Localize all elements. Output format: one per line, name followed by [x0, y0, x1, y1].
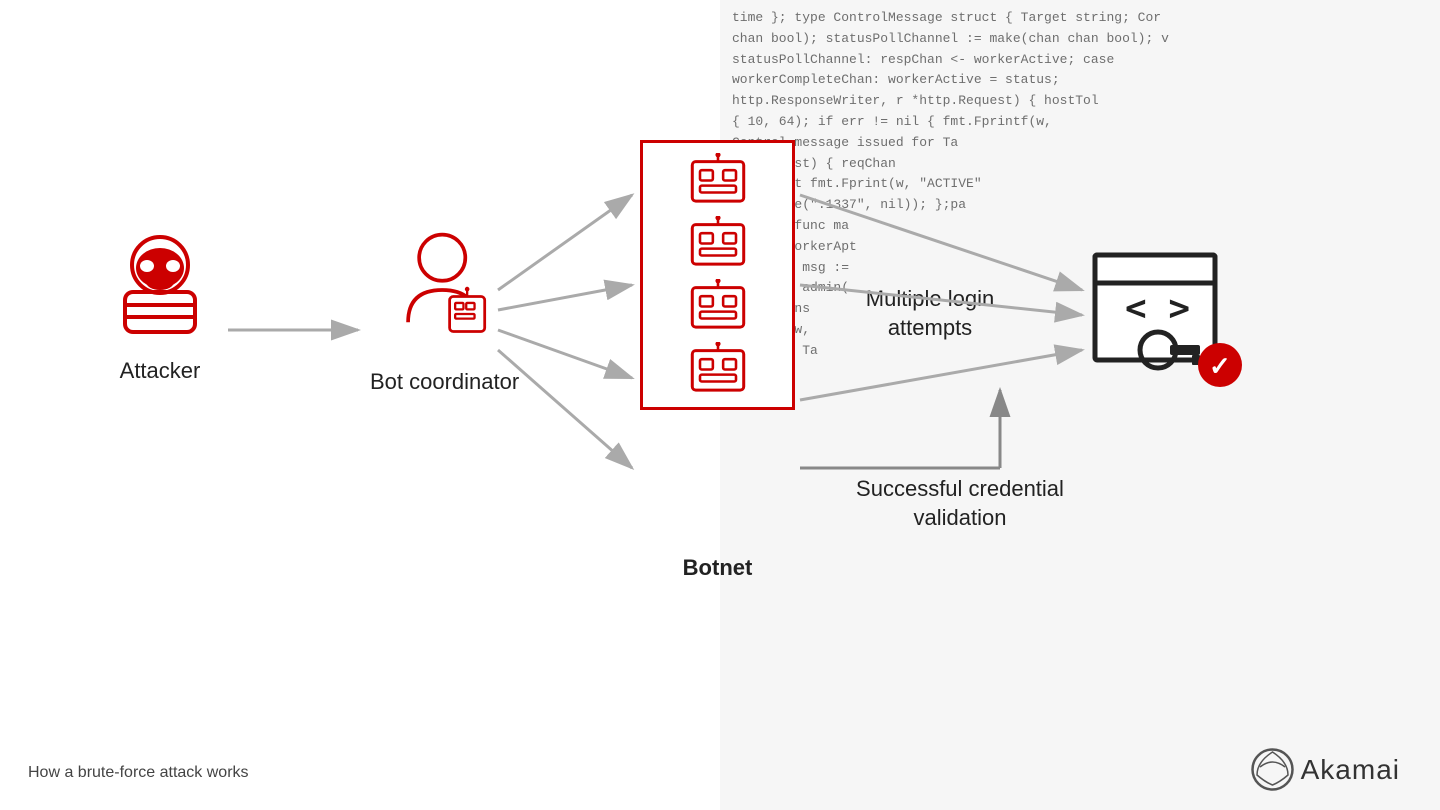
bot-coordinator-label: Bot coordinator	[370, 368, 519, 397]
robot-icon-2	[688, 216, 748, 271]
login-attempts-label: Multiple loginattempts	[830, 285, 1030, 342]
robot-icon-3	[688, 279, 748, 334]
botnet-box	[640, 140, 795, 410]
svg-text:< >: < >	[1125, 288, 1190, 329]
attacker-group: Attacker	[110, 230, 210, 384]
server-key-icon: < > ✓	[1090, 235, 1250, 395]
attacker-label: Attacker	[120, 358, 201, 384]
akamai-text: Akamai	[1301, 754, 1400, 786]
diagram-area: Attacker Bot coordinator	[0, 0, 1440, 810]
robot-icon-1	[688, 153, 748, 208]
botnet-label: Botnet	[640, 555, 795, 581]
attacker-icon	[110, 230, 210, 340]
akamai-logo: Akamai	[1250, 747, 1400, 792]
akamai-icon	[1250, 747, 1295, 792]
success-label: Successful credential validation	[820, 475, 1100, 532]
robot-icon-4	[688, 342, 748, 397]
bot-coordinator-icon	[390, 230, 500, 350]
bot-coordinator-group: Bot coordinator	[370, 230, 519, 397]
footer-label: How a brute-force attack works	[28, 764, 249, 782]
svg-text:✓: ✓	[1209, 351, 1231, 381]
